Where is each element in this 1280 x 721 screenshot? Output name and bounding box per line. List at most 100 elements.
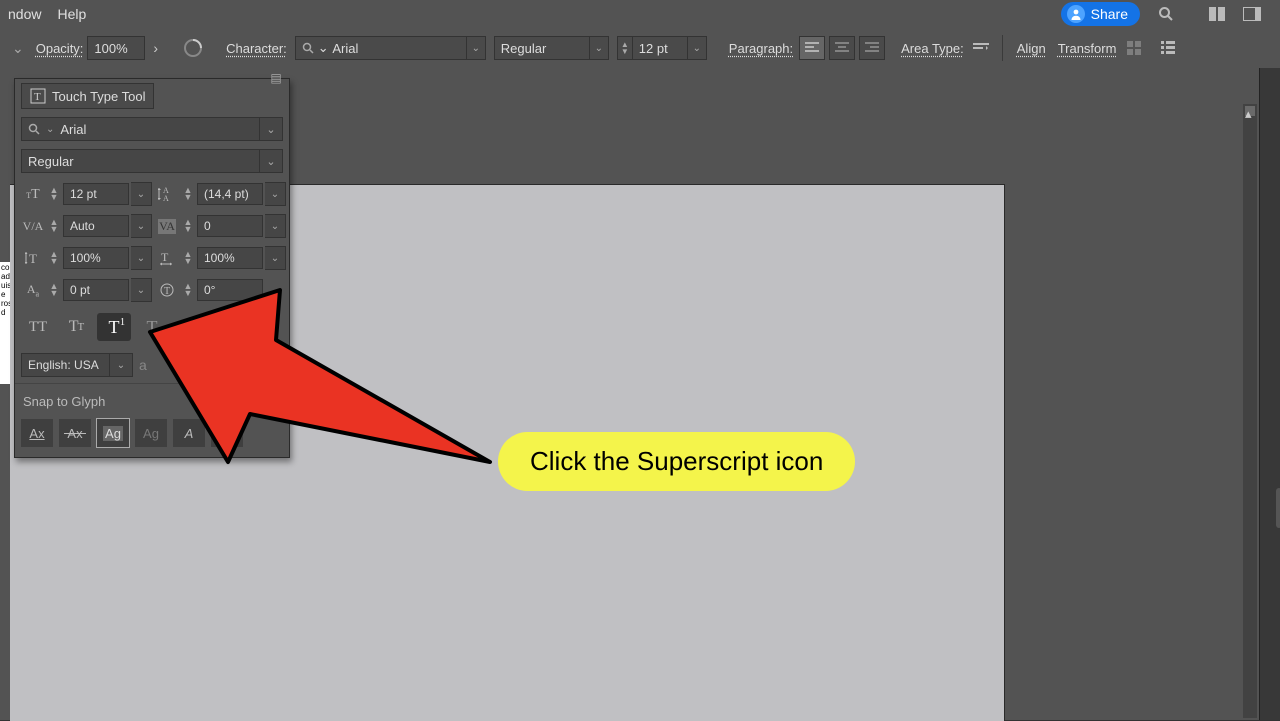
- panel-font-weight-value: Regular: [28, 154, 74, 169]
- panel-dock[interactable]: [1259, 68, 1280, 720]
- font-weight-combo[interactable]: Regular ⌄: [494, 36, 609, 60]
- menu-window[interactable]: ndow: [0, 6, 49, 22]
- font-family-value: Arial: [332, 41, 358, 56]
- kerning-field[interactable]: Auto: [63, 215, 129, 237]
- baseline-shift-icon: Aa: [21, 282, 45, 298]
- workspace-layout-icon-a[interactable]: [1204, 2, 1232, 26]
- opacity-label: Opacity:: [36, 41, 84, 56]
- align-center-button[interactable]: [829, 36, 855, 60]
- char-rotate-icon: T: [155, 282, 179, 298]
- leading-stepper[interactable]: ▲▼: [181, 187, 195, 201]
- horizontal-scale-icon: T: [155, 250, 179, 266]
- snap-btn-5[interactable]: A: [173, 419, 205, 447]
- superscript-button[interactable]: T1: [97, 313, 131, 341]
- kerning-drop-icon[interactable]: ⌄: [131, 214, 152, 238]
- share-label: Share: [1091, 6, 1128, 22]
- size-stepper[interactable]: ▲▼: [47, 187, 61, 201]
- leading-drop-icon[interactable]: ⌄: [265, 182, 286, 206]
- share-button[interactable]: Share: [1061, 2, 1140, 26]
- transform-menu[interactable]: Transform: [1058, 41, 1117, 56]
- panel-font-weight-drop-icon[interactable]: ⌄: [260, 149, 283, 173]
- hscale-stepper[interactable]: ▲▼: [181, 251, 195, 265]
- grid-toggle-b-icon[interactable]: [1154, 36, 1182, 60]
- panel-font-family-select[interactable]: ⌄ Arial ⌄: [21, 117, 283, 141]
- rotate-stepper[interactable]: ▲▼: [181, 283, 195, 297]
- panel-font-family-drop-icon[interactable]: ⌄: [260, 117, 283, 141]
- opacity-value[interactable]: 100%: [87, 36, 145, 60]
- allcaps-button[interactable]: TT: [21, 313, 55, 341]
- language-value: English: USA: [28, 358, 99, 372]
- leading-field[interactable]: (14,4 pt): [197, 183, 263, 205]
- menu-help[interactable]: Help: [49, 6, 94, 22]
- snap-btn-6[interactable]: A: [211, 419, 243, 447]
- font-family-drop-icon[interactable]: ⌄: [467, 36, 486, 60]
- opacity-more-icon[interactable]: ›: [153, 41, 158, 55]
- svg-text:T: T: [164, 286, 170, 297]
- chevron-down-icon[interactable]: ⌄: [12, 41, 24, 55]
- paragraph-label: Paragraph:: [729, 41, 793, 56]
- character-metrics: TT ▲▼ 12 pt ⌄ AA ▲▼ (14,4 pt) ⌄ V/A ▲▼ A…: [15, 177, 289, 307]
- touch-type-tool-button[interactable]: T Touch Type Tool: [21, 83, 154, 109]
- size-drop-icon[interactable]: ⌄: [131, 182, 152, 206]
- areatype-button[interactable]: [970, 37, 994, 59]
- font-size-combo[interactable]: ▲▼ 12 pt ⌄: [617, 36, 707, 60]
- panel-font-weight-select[interactable]: Regular ⌄: [21, 149, 283, 173]
- font-size-value: 12 pt: [639, 41, 668, 56]
- user-avatar-icon: [1067, 5, 1085, 23]
- font-size-drop-icon[interactable]: ⌄: [688, 36, 707, 60]
- panel-font-family-value: Arial: [60, 122, 86, 137]
- svg-text:T: T: [29, 251, 37, 266]
- antialias-hint: a: [139, 357, 147, 373]
- tracking-stepper[interactable]: ▲▼: [181, 219, 195, 233]
- vscale-drop-icon[interactable]: ⌄: [131, 246, 152, 270]
- align-right-button[interactable]: [859, 36, 885, 60]
- char-style-row: TT TT T1 T1: [15, 307, 289, 347]
- font-weight-drop-icon[interactable]: ⌄: [590, 36, 609, 60]
- tracking-icon: VA: [155, 219, 179, 234]
- workspace-layout-icon-b[interactable]: [1238, 2, 1266, 26]
- vertical-scrollbar[interactable]: ▴: [1243, 104, 1257, 718]
- smallcaps-button[interactable]: TT: [59, 313, 93, 341]
- menubar: ndow Help Share: [0, 0, 1280, 28]
- font-size-icon: TT: [21, 186, 45, 203]
- hscale-drop-icon[interactable]: ⌄: [265, 246, 286, 270]
- vscale-field[interactable]: 100%: [63, 247, 129, 269]
- font-weight-value: Regular: [501, 41, 547, 56]
- scroll-up-icon[interactable]: ▴: [1245, 106, 1255, 116]
- kerning-stepper[interactable]: ▲▼: [47, 219, 61, 233]
- language-row: English: USA ⌄ a: [15, 347, 289, 383]
- language-drop-icon[interactable]: ⌄: [110, 353, 133, 377]
- vscale-stepper[interactable]: ▲▼: [47, 251, 61, 265]
- language-select[interactable]: English: USA ⌄: [21, 353, 133, 377]
- leading-icon: AA: [155, 186, 179, 202]
- snap-btn-4[interactable]: Ag: [135, 419, 167, 447]
- align-menu[interactable]: Align: [1017, 41, 1046, 56]
- svg-text:T: T: [34, 91, 41, 103]
- instruction-callout: Click the Superscript icon: [498, 432, 855, 491]
- subscript-button[interactable]: T1: [135, 313, 169, 341]
- snap-btn-3[interactable]: Ag: [97, 419, 129, 447]
- font-size-stepper[interactable]: ▲▼: [617, 36, 632, 60]
- baseline-field[interactable]: 0 pt: [63, 279, 129, 301]
- kerning-icon: V/A: [21, 219, 45, 234]
- search-icon[interactable]: [1152, 2, 1180, 26]
- snap-btn-2[interactable]: Ax: [59, 419, 91, 447]
- tracking-drop-icon[interactable]: ⌄: [265, 214, 286, 238]
- baseline-stepper[interactable]: ▲▼: [47, 283, 61, 297]
- recolor-icon[interactable]: [182, 37, 204, 59]
- tracking-field[interactable]: 0: [197, 215, 263, 237]
- hscale-field[interactable]: 100%: [197, 247, 263, 269]
- panel-flyout-icon[interactable]: ▤: [267, 71, 285, 85]
- font-family-combo[interactable]: ⌄ Arial ⌄: [295, 36, 486, 60]
- snap-btn-1[interactable]: Ax: [21, 419, 53, 447]
- size-field[interactable]: 12 pt: [63, 183, 129, 205]
- rotate-field[interactable]: 0°: [197, 279, 263, 301]
- grid-toggle-a-icon[interactable]: [1120, 36, 1148, 60]
- areatype-label: Area Type:: [901, 41, 964, 56]
- snap-to-glyph-row: Ax Ax Ag Ag A A: [15, 419, 289, 457]
- snap-to-glyph-label: Snap to Glyph: [15, 383, 289, 419]
- baseline-drop-icon[interactable]: ⌄: [131, 278, 152, 302]
- svg-text:A: A: [163, 194, 169, 202]
- character-panel: ▤ T Touch Type Tool ⌄ Arial ⌄ Regular ⌄ …: [14, 78, 290, 458]
- align-left-button[interactable]: [799, 36, 825, 60]
